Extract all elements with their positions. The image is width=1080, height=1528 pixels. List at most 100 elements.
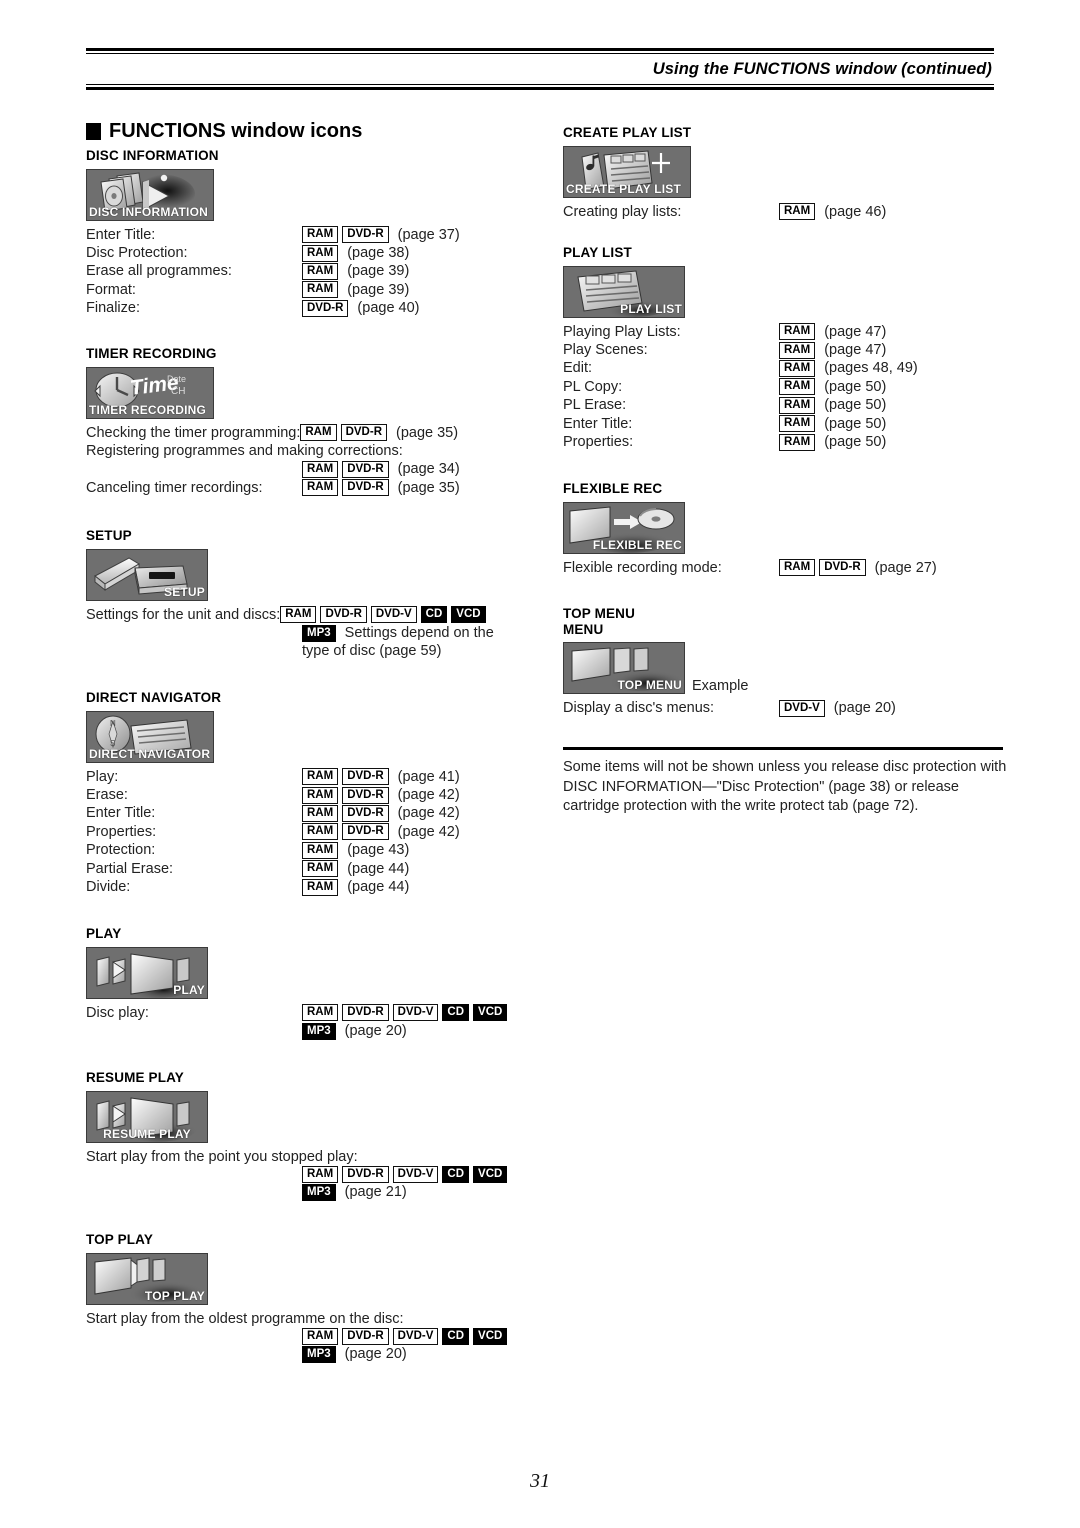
function-block-title-line: TOP MENU <box>563 606 635 621</box>
media-badge-ram: RAM <box>779 360 816 378</box>
deck-and-panel-icon[interactable]: SETUP <box>86 548 208 601</box>
media-badge-dvd-v: DVD-V <box>370 605 417 623</box>
function-icon-row: DISC INFORMATION <box>86 164 526 221</box>
function-row-values: RAM (page 39) <box>302 281 409 299</box>
function-row-values: RAM DVD-R (page 35) <box>302 479 460 497</box>
function-row-list: Checking the timer programming: RAM DVD-R(… <box>86 424 526 498</box>
function-row: Display a disc's menus: DVD-V (page 20) <box>563 699 1003 717</box>
media-badge-ram: RAM <box>302 786 339 804</box>
media-badge-ram: RAM <box>302 479 339 497</box>
function-block-top-play: TOP PLAY TOP PLAY Start play from the old… <box>86 1232 526 1363</box>
function-row: Enter Title: RAM DVD-R (page 37) <box>86 226 526 244</box>
function-row-values: RAM (page 50) <box>779 378 886 396</box>
note-and-list-plus-icon[interactable]: CREATE PLAY LIST <box>563 145 691 198</box>
function-row-values: RAM (pages 48, 49) <box>779 359 918 378</box>
function-block-title-line: TOP PLAY <box>86 1232 153 1247</box>
function-row-list: Start play from the point you stopped pl… <box>86 1148 526 1202</box>
clock-time-date-ch-icon[interactable]: Time Date CH TIMER RECORDING <box>86 366 214 419</box>
media-badge-vcd: VCD <box>451 605 486 623</box>
function-row: Canceling timer recordings: RAM DVD-R (page… <box>86 479 526 497</box>
function-row-values: MP3 Settings depend on the <box>302 624 494 642</box>
function-icon-caption: RESUME PLAY <box>103 1126 191 1141</box>
function-row: Erase: RAM DVD-R (page 42) <box>86 786 526 804</box>
function-row: Enter Title: RAM DVD-R (page 42) <box>86 804 526 823</box>
page-reference: (page 39) <box>347 281 410 298</box>
function-row: MP3 (page 20) <box>86 1345 526 1363</box>
function-block-title: TIMER RECORDING <box>86 346 526 362</box>
disc-and-pages-icon[interactable]: DISC INFORMATION <box>86 168 214 221</box>
function-row: MP3 (page 20) <box>86 1022 526 1040</box>
function-row-label: Partial Erase: <box>86 860 174 877</box>
media-badge-dvd-v: DVD-V <box>779 699 825 717</box>
media-badge-ram: RAM <box>779 323 816 341</box>
function-row-values: RAM (page 50) <box>779 415 886 433</box>
function-icon-row: PLAY LIST <box>563 261 1003 318</box>
function-block-direct-navigator: DIRECT NAVIGATOR NS DIRECT NAVIGATOR Pla… <box>86 690 526 896</box>
media-badge-ram: RAM <box>302 878 339 896</box>
page-reference: (page 38) <box>347 244 410 261</box>
media-badge-ram: RAM <box>302 1003 339 1021</box>
function-row-values: DVD-V (page 20) <box>779 699 896 717</box>
function-block-title: TOP MENU MENU <box>563 606 1003 637</box>
page-reference: (page 34) <box>397 461 460 478</box>
function-row-list: Creating play lists: RAM (page 46) <box>563 203 1003 221</box>
function-row: Enter Title: RAM (page 50) <box>563 415 1003 433</box>
media-badge-cd: CD <box>442 1165 470 1183</box>
media-badge-ram: RAM <box>779 415 816 433</box>
media-badge-vcd: VCD <box>473 1327 508 1345</box>
page-reference: (page 47) <box>824 323 887 340</box>
function-row-values: RAM (page 38) <box>302 244 409 262</box>
function-row: Properties: RAM (page 50) <box>563 433 1003 451</box>
media-badge-ram: RAM <box>302 860 339 878</box>
function-row-text: type of disc (page 59) <box>302 643 442 660</box>
media-badge-ram: RAM <box>779 396 816 414</box>
function-icon-caption: FLEXIBLE REC <box>592 537 682 552</box>
function-block-timer-recording: TIMER RECORDING Time Date CH TIMER RECOR… <box>86 346 526 497</box>
screen-to-disc-icon[interactable]: FLEXIBLE REC <box>563 501 685 554</box>
function-block-title: DISC INFORMATION <box>86 148 526 164</box>
function-block-play: PLAY PLAY Disc play: RAM DVD-R DVD-V CD VCD MP3… <box>86 926 526 1040</box>
function-icon-row: Time Date CH TIMER RECORDING <box>86 362 526 419</box>
page-reference: (page 20) <box>833 700 896 717</box>
page-reference: (page 35) <box>397 479 460 496</box>
media-badge-dvd-r: DVD-R <box>342 786 389 804</box>
media-badge-dvd-r: DVD-R <box>342 226 389 244</box>
media-badge-mp3: MP3 <box>302 624 336 642</box>
media-badge-ram: RAM <box>779 433 816 451</box>
function-row-values: RAM DVD-R (page 41) <box>302 768 460 786</box>
page-reference: (page 35) <box>396 424 459 441</box>
function-block-title-line: DISC INFORMATION <box>86 148 219 163</box>
function-row: RAM DVD-R DVD-V CD VCD <box>86 1165 526 1183</box>
function-row-label: PL Copy: <box>563 378 623 395</box>
media-badge-vcd: VCD <box>473 1165 508 1183</box>
function-icon-caption: TOP PLAY <box>144 1288 205 1303</box>
function-row-label: Disc play: <box>86 1004 149 1021</box>
screens-arrow-icon[interactable]: TOP PLAY <box>86 1252 208 1305</box>
function-row-label: Display a disc's menus: <box>563 700 715 717</box>
function-row-values: RAM DVD-R (page 42) <box>302 786 460 804</box>
menu-screens-icon[interactable]: TOP MENU <box>563 642 685 695</box>
function-row-label: Checking the timer programming: <box>86 424 301 441</box>
play-arrow-screens-icon[interactable]: RESUME PLAY <box>86 1090 208 1143</box>
bullet-square-icon <box>86 123 101 140</box>
page-reference: (page 39) <box>347 263 410 280</box>
page-reference: (pages 48, 49) <box>824 360 918 377</box>
compass-and-list-icon[interactable]: NS DIRECT NAVIGATOR <box>86 710 214 763</box>
page-reference: (page 46) <box>824 203 887 220</box>
function-row: Edit: RAM (pages 48, 49) <box>563 359 1003 378</box>
function-block-title-line: DIRECT NAVIGATOR <box>86 690 222 705</box>
list-sheet-icon[interactable]: PLAY LIST <box>563 265 685 318</box>
function-row-list: Play: RAM DVD-R (page 41) Erase: RAM DVD-R (pag… <box>86 768 526 897</box>
page-reference: (page 50) <box>824 378 887 395</box>
media-badge-dvd-r: DVD-R <box>342 1003 389 1021</box>
section-heading-label: FUNCTIONS window icons <box>109 120 363 142</box>
function-row-label: Finalize: <box>86 300 140 317</box>
media-badge-ram: RAM <box>302 1327 339 1345</box>
page-reference: (page 42) <box>397 786 460 803</box>
function-block-top-menu-menu: TOP MENU MENU TOP MENU Example Display a di… <box>563 606 1003 717</box>
function-row-label: Properties: <box>86 823 157 840</box>
page-reference: (page 20) <box>344 1022 407 1039</box>
play-arrow-screens-icon[interactable]: PLAY <box>86 946 208 999</box>
function-row-values: RAM (page 43) <box>302 841 409 859</box>
function-row-label: Disc Protection: <box>86 244 188 261</box>
